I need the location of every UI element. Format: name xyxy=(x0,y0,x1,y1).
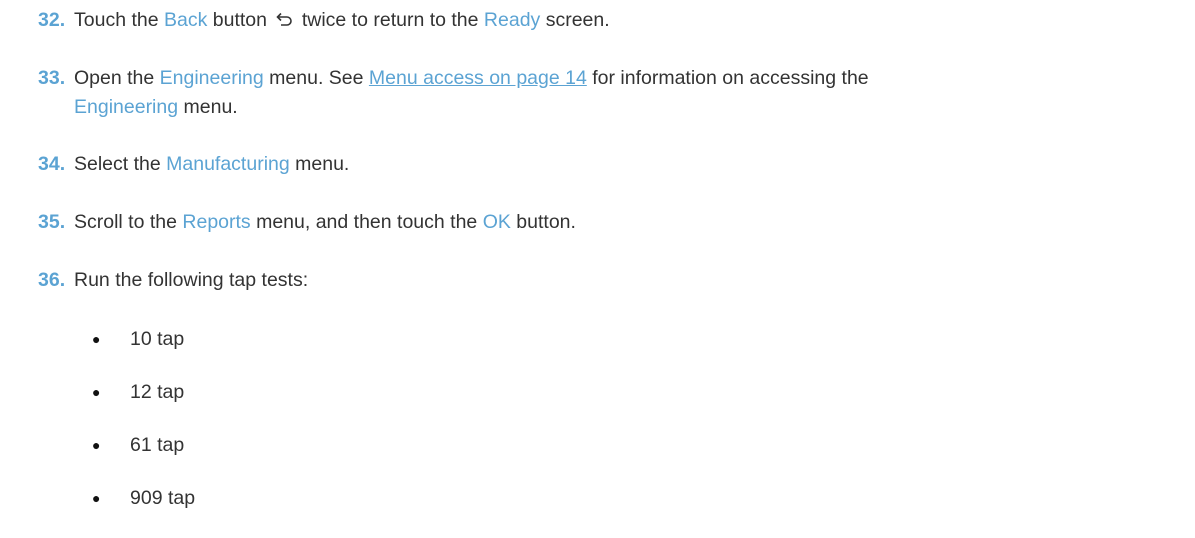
step-text-segment: button. xyxy=(510,211,576,233)
step-text-segment: for information on accessing the xyxy=(586,67,869,89)
list-item-text: 61 tap xyxy=(130,434,185,456)
step-text-segment: menu, and then touch the xyxy=(250,211,483,233)
step-number: 34. xyxy=(38,153,66,175)
step-number: 33. xyxy=(38,67,66,89)
back-arrow-icon xyxy=(274,9,294,29)
ui-term-back: Back xyxy=(163,9,208,31)
step-text: Touch the Back button twice to return to… xyxy=(74,6,1154,35)
step-text: Run the following tap tests: xyxy=(74,266,1154,295)
ui-term-manufacturing: Manufacturing xyxy=(166,153,290,175)
ui-term-engineering: Engineering xyxy=(159,67,264,89)
step-text-segment: Run the following tap tests: xyxy=(74,269,309,291)
menu-access-link[interactable]: Menu access on page 14 xyxy=(369,67,587,89)
step-text-segment: menu. xyxy=(289,153,350,175)
document-page: 32. Touch the Back button twice to retur… xyxy=(0,0,1195,538)
step-number: 36. xyxy=(38,269,66,291)
ui-term-ready: Ready xyxy=(483,9,541,31)
step-text: Select the Manufacturing menu. xyxy=(74,150,1154,179)
bullet-marker: ● xyxy=(92,437,101,453)
list-item-text: 909 tap xyxy=(130,487,196,509)
ui-term-ok: OK xyxy=(482,211,511,233)
step-text-segment: Select the xyxy=(74,153,167,175)
step-text-segment: button xyxy=(207,9,273,31)
step-number: 35. xyxy=(38,211,66,233)
step-text-segment: menu. xyxy=(178,96,238,118)
step-text-segment: Open the xyxy=(74,67,160,89)
ui-term-reports: Reports xyxy=(182,211,251,233)
step-text: Open the Engineering menu. See Menu acce… xyxy=(74,64,1154,122)
list-item-text: 12 tap xyxy=(130,381,185,403)
bullet-marker: ● xyxy=(92,384,101,400)
step-text-segment: screen. xyxy=(540,9,610,31)
bullet-marker: ● xyxy=(92,490,101,506)
step-number: 32. xyxy=(38,9,66,31)
step-text-segment: twice to return to the xyxy=(296,9,484,31)
step-text: Scroll to the Reports menu, and then tou… xyxy=(74,208,1154,237)
step-text-segment: menu. See xyxy=(263,67,369,89)
step-text-segment: Touch the xyxy=(74,9,164,31)
step-text-segment: Scroll to the xyxy=(74,211,183,233)
ui-term-engineering: Engineering xyxy=(74,96,179,118)
list-item-text: 10 tap xyxy=(130,328,185,350)
bullet-marker: ● xyxy=(92,331,101,347)
